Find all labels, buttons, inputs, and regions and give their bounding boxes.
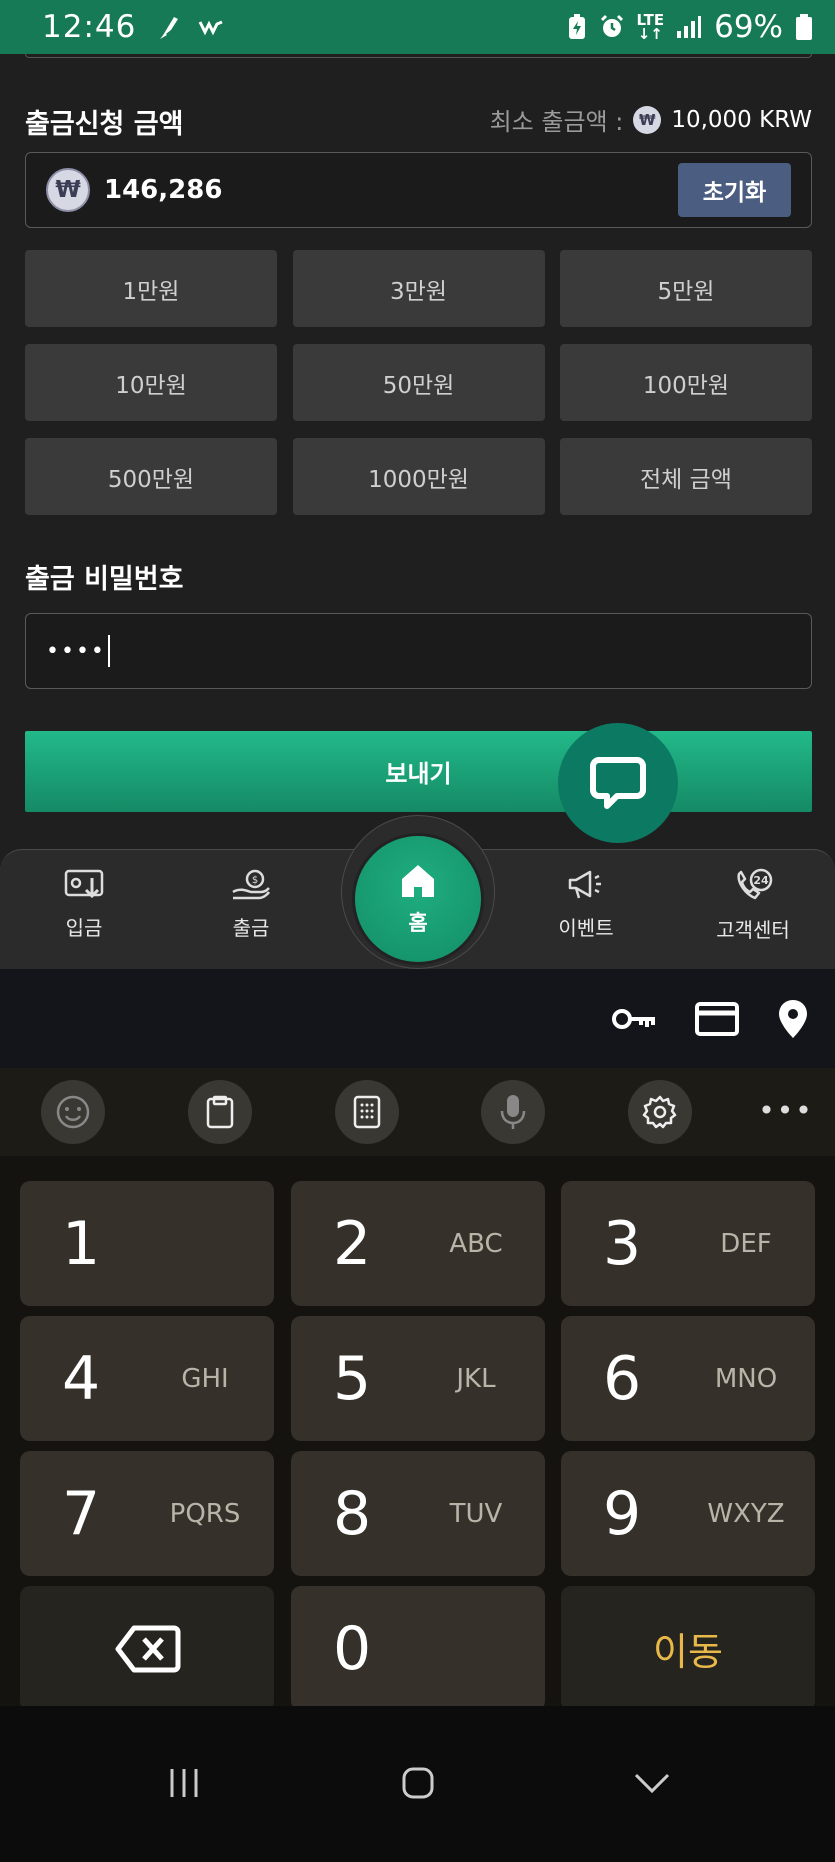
key-6[interactable]: 6 MNO xyxy=(561,1316,815,1441)
credit-card-icon[interactable] xyxy=(695,1001,739,1036)
svg-text:24: 24 xyxy=(753,874,769,887)
autofill-bar xyxy=(0,969,835,1068)
battery-saver-icon xyxy=(568,14,585,39)
clipboard-button[interactable] xyxy=(188,1080,252,1144)
quick-amount-grid: 1만원 3만원 5만원 10만원 50만원 100만원 500만원 1000만원… xyxy=(25,250,812,515)
signal-icon xyxy=(677,16,702,38)
key-3[interactable]: 3 DEF xyxy=(561,1181,815,1306)
system-nav-bar xyxy=(0,1706,835,1862)
keyboard-toolbar: ••• xyxy=(0,1068,835,1156)
quick-amount-button[interactable]: 5만원 xyxy=(560,250,812,327)
amount-title: 출금신청 금액 xyxy=(25,109,184,140)
status-time: 12:46 xyxy=(42,9,137,45)
back-system-button[interactable] xyxy=(622,1758,682,1808)
key-5[interactable]: 5 JKL xyxy=(291,1316,545,1441)
password-title: 출금 비밀번호 xyxy=(25,564,184,595)
key-0[interactable]: 0 xyxy=(291,1586,545,1711)
svg-text:$: $ xyxy=(252,875,258,886)
min-amount-value: 10,000 KRW xyxy=(671,106,812,133)
recent-apps-icon xyxy=(170,1769,198,1797)
full-amount-button[interactable]: 전체 금액 xyxy=(560,438,812,515)
quick-amount-button[interactable]: 50만원 xyxy=(292,344,545,421)
key-7[interactable]: 7 PQRS xyxy=(20,1451,274,1576)
key-8[interactable]: 8 TUV xyxy=(291,1451,545,1576)
key-icon[interactable] xyxy=(611,1004,657,1034)
nav-withdraw-label: 출금 xyxy=(232,916,270,940)
quick-amount-button[interactable]: 3만원 xyxy=(292,250,545,327)
min-withdraw-amount: 최소 출금액 : ₩ 10,000 KRW xyxy=(490,102,812,137)
nav-home-label: 홈 xyxy=(408,911,428,935)
status-bar: 12:46 LTE ↓↑ 69% xyxy=(0,0,835,54)
app-notification-icon xyxy=(199,20,223,36)
password-input[interactable]: •••• xyxy=(25,613,812,689)
key-1[interactable]: 1 xyxy=(20,1181,274,1306)
numeric-keypad: 1 2 ABC 3 DEF 4 GHI 5 JKL 6 MNO 7 PQRS 8… xyxy=(0,1156,835,1711)
nav-deposit[interactable]: 입금 xyxy=(24,868,144,941)
min-amount-label: 최소 출금액 : xyxy=(489,108,624,136)
won-coin-icon: ₩ xyxy=(46,168,90,212)
quick-amount-button[interactable]: 10만원 xyxy=(25,344,277,421)
quick-amount-button[interactable]: 500만원 xyxy=(25,438,277,515)
nav-home[interactable]: 홈 xyxy=(355,836,481,962)
nav-withdraw[interactable]: $ 출금 xyxy=(191,868,311,941)
home-system-button[interactable] xyxy=(388,1758,448,1808)
keyboard-settings-button[interactable] xyxy=(628,1080,692,1144)
amount-input[interactable]: ₩ 146,286 초기화 xyxy=(25,152,812,228)
live-chat-button[interactable] xyxy=(558,723,678,843)
nav-deposit-label: 입금 xyxy=(65,916,103,940)
emoji-icon xyxy=(56,1095,90,1129)
home-square-icon xyxy=(402,1767,434,1799)
go-key[interactable]: 이동 xyxy=(561,1586,815,1711)
emoji-button[interactable] xyxy=(41,1080,105,1144)
won-coin-icon: ₩ xyxy=(633,105,662,134)
nav-support-label: 고객센터 xyxy=(716,918,790,942)
previous-section-edge xyxy=(25,54,812,58)
reset-button[interactable]: 초기화 xyxy=(678,163,791,217)
chevron-down-icon xyxy=(634,1773,670,1794)
battery-icon xyxy=(796,14,812,40)
megaphone-icon xyxy=(568,870,601,899)
backspace-key[interactable] xyxy=(20,1586,274,1711)
network-type: LTE ↓↑ xyxy=(636,11,665,43)
battery-percent: 69% xyxy=(714,9,783,45)
alarm-icon xyxy=(600,14,623,37)
key-2[interactable]: 2 ABC xyxy=(291,1181,545,1306)
support-24-icon: 24 xyxy=(737,868,773,900)
go-key-label: 이동 xyxy=(653,1630,723,1674)
microphone-icon xyxy=(500,1095,526,1129)
quick-amount-button[interactable]: 1만원 xyxy=(25,250,277,327)
clipboard-icon xyxy=(206,1095,234,1129)
nav-support[interactable]: 24 고객센터 xyxy=(693,868,813,943)
chat-bubble-icon xyxy=(590,757,646,809)
home-icon xyxy=(402,865,434,897)
quick-amount-button[interactable]: 100만원 xyxy=(560,344,812,421)
brush-notification-icon xyxy=(160,17,179,39)
nav-event-label: 이벤트 xyxy=(558,916,614,940)
deposit-icon xyxy=(64,869,104,899)
withdraw-icon: $ xyxy=(232,869,271,900)
nav-event[interactable]: 이벤트 xyxy=(526,868,646,941)
location-pin-icon[interactable] xyxy=(777,998,809,1040)
amount-value: 146,286 xyxy=(104,175,223,205)
voice-input-button[interactable] xyxy=(481,1080,545,1144)
gear-icon xyxy=(642,1095,677,1129)
quick-amount-button[interactable]: 1000만원 xyxy=(292,438,545,515)
backspace-icon xyxy=(115,1625,181,1673)
text-caret xyxy=(107,635,110,667)
key-4[interactable]: 4 GHI xyxy=(20,1316,274,1441)
send-button[interactable]: 보내기 xyxy=(25,731,812,812)
key-9[interactable]: 9 WXYZ xyxy=(561,1451,815,1576)
numpad-icon xyxy=(353,1095,381,1129)
password-value: •••• xyxy=(46,638,106,664)
more-options-icon[interactable]: ••• xyxy=(758,1090,812,1130)
keypad-mode-button[interactable] xyxy=(335,1080,399,1144)
recent-apps-button[interactable] xyxy=(154,1758,214,1808)
